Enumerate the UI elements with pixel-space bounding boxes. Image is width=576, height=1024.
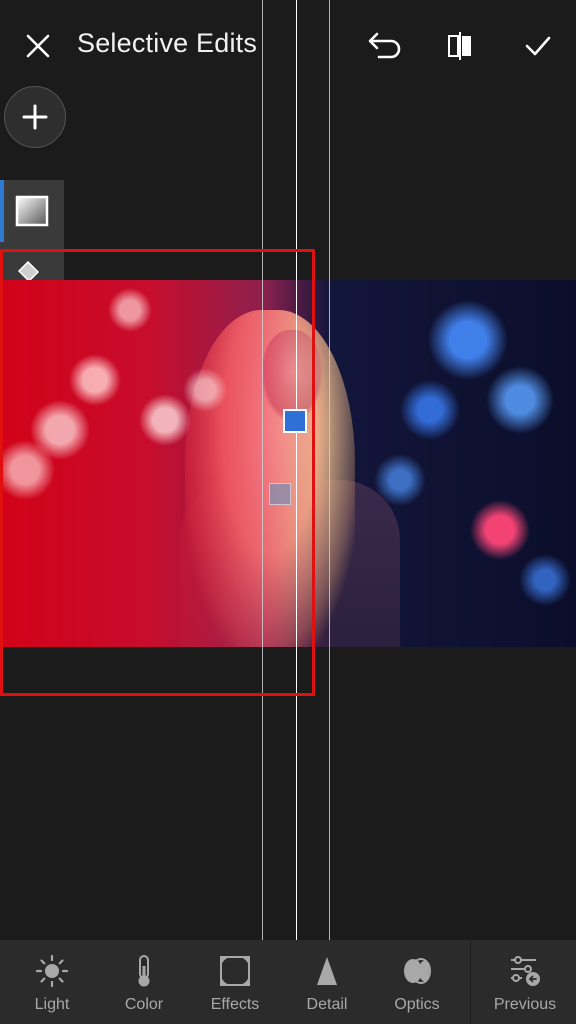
sliders-previous-icon bbox=[511, 956, 540, 986]
vignette-icon bbox=[220, 956, 250, 986]
undo-icon bbox=[368, 32, 401, 59]
undo-button[interactable] bbox=[362, 26, 406, 66]
gradient-end-line[interactable] bbox=[329, 0, 330, 940]
highlight-box bbox=[0, 249, 315, 696]
toolbar-label-previous: Previous bbox=[493, 996, 557, 1013]
toolbar-item-color[interactable]: Color bbox=[97, 940, 191, 1024]
lens-icon bbox=[404, 958, 431, 984]
linear-gradient-icon bbox=[15, 195, 49, 227]
toolbar-item-previous[interactable]: Previous bbox=[478, 940, 572, 1024]
confirm-button[interactable] bbox=[518, 26, 558, 66]
toolbar-label-color: Color bbox=[124, 996, 164, 1013]
toolbar-divider bbox=[470, 940, 471, 1024]
toolbar-label-light: Light bbox=[34, 996, 70, 1013]
linear-gradient-tool[interactable] bbox=[0, 180, 64, 242]
page-title: Selective Edits bbox=[77, 28, 258, 58]
toolbar-label-detail: Detail bbox=[306, 996, 348, 1013]
add-mask-button[interactable] bbox=[4, 86, 66, 148]
plus-icon bbox=[22, 104, 48, 130]
compare-before-after-button[interactable] bbox=[440, 26, 480, 66]
toolbar-label-effects: Effects bbox=[210, 996, 260, 1013]
triangle-icon bbox=[317, 957, 337, 985]
toolbar-item-effects[interactable]: Effects bbox=[188, 940, 282, 1024]
close-button[interactable] bbox=[18, 26, 58, 66]
toolbar-item-light[interactable]: Light bbox=[0, 940, 104, 1024]
header-bar: Selective Edits bbox=[0, 0, 576, 92]
close-icon bbox=[26, 34, 50, 58]
checkmark-icon bbox=[525, 36, 551, 56]
toolbar-item-detail[interactable]: Detail bbox=[280, 940, 374, 1024]
toolbar-item-optics[interactable]: Optics bbox=[370, 940, 464, 1024]
sun-icon bbox=[35, 954, 69, 988]
toolbar-label-optics: Optics bbox=[394, 996, 440, 1013]
thermometer-icon bbox=[138, 955, 150, 987]
compare-icon bbox=[448, 32, 471, 60]
